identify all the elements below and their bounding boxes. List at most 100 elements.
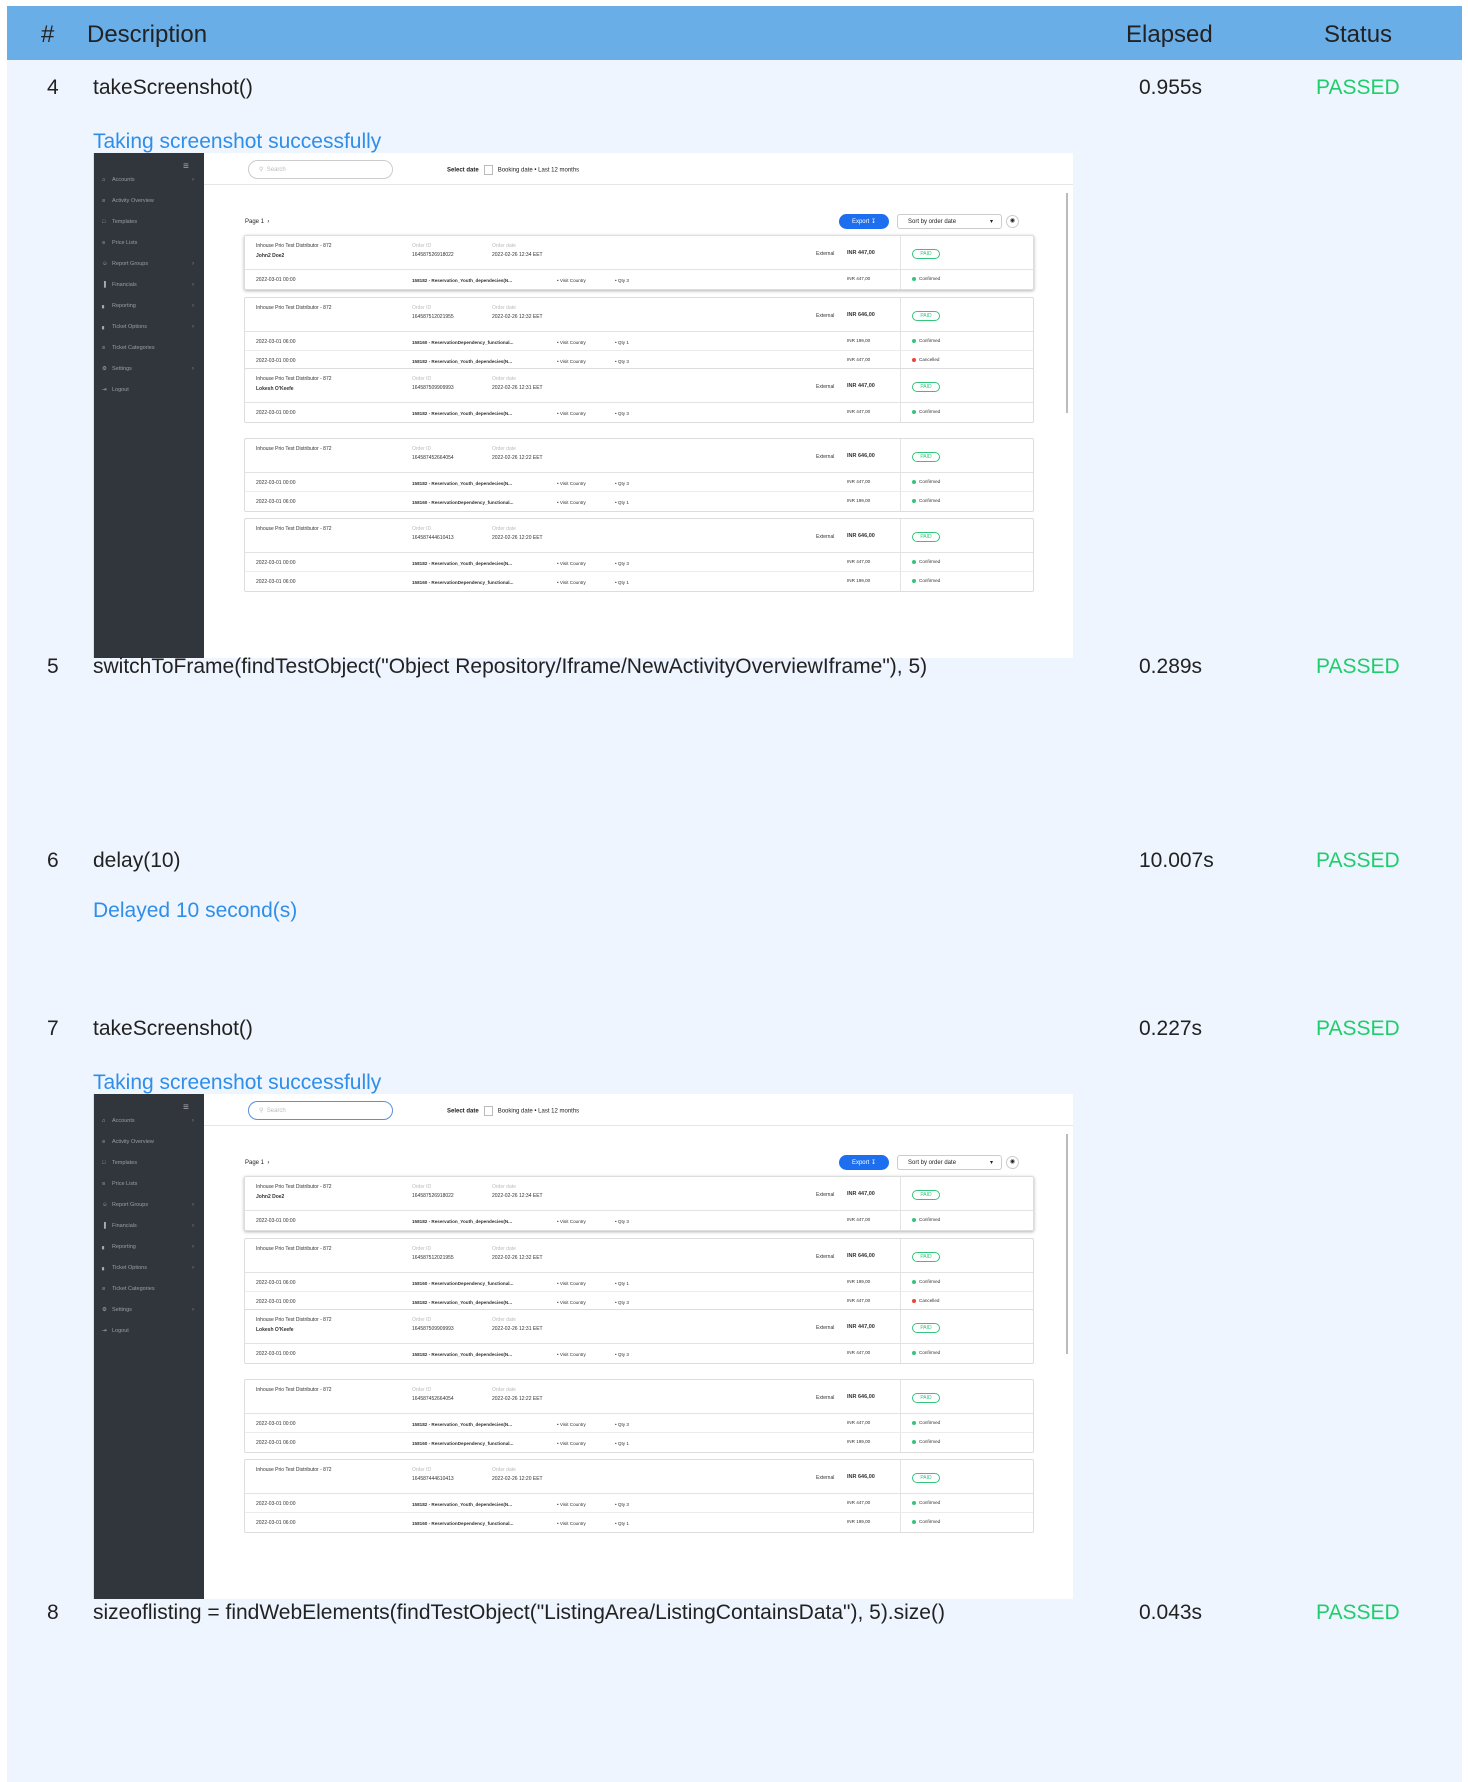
chevron-right-icon: › [192, 1118, 194, 1124]
order-header: Inhouse Prio Test Distributor - 872 Lokes… [245, 369, 1033, 403]
status-dot [912, 1217, 916, 1222]
range-label: Last 12 months [538, 1108, 580, 1115]
sort-select[interactable]: Sort by order date ▾ [897, 214, 1002, 229]
pagination[interactable]: Page 1 › [245, 219, 269, 225]
status-dot [912, 1500, 916, 1505]
eye-icon[interactable]: ◉ [1006, 215, 1019, 228]
order-date-label: Order date [492, 305, 516, 311]
visit-label: • Visit Country [557, 500, 586, 505]
line-price: INR 447,00 [847, 1350, 871, 1355]
order-line[interactable]: 2022-03-01 00:00 158182 - Reservation_You… [245, 1414, 1033, 1433]
scrollbar[interactable] [1066, 1134, 1068, 1354]
visit-label: • Visit Country [557, 561, 586, 566]
order-line[interactable]: 2022-03-01 00:00 158182 - Reservation_You… [245, 1211, 1033, 1230]
sidebar-item[interactable]: ⚙ Settings [102, 1307, 132, 1313]
sidebar-item[interactable]: □ Templates [102, 219, 137, 225]
chevron-right-icon[interactable]: › [267, 1160, 269, 1166]
order-card[interactable]: Inhouse Prio Test Distributor - 872 Order… [244, 438, 1034, 512]
status-dot [912, 559, 916, 564]
order-header: Inhouse Prio Test Distributor - 872 Order… [245, 1460, 1033, 1494]
order-line[interactable]: 2022-03-01 00:00 158182 - Reservation_You… [245, 1494, 1033, 1513]
order-line[interactable]: 2022-03-01 06:00 158160 - ReservationDepe… [245, 1513, 1033, 1532]
sidebar-item[interactable]: ☺ Report Groups [102, 261, 148, 267]
order-card[interactable]: Inhouse Prio Test Distributor - 872 John2… [244, 235, 1034, 290]
status-dot [912, 1298, 916, 1303]
sidebar-item[interactable]: ☺ Report Groups [102, 1202, 148, 1208]
product-name: 158182 - Reservation_Youth_dependecies(N… [412, 1422, 512, 1427]
divider [900, 298, 901, 331]
sidebar-item[interactable]: □ Templates [102, 1160, 137, 1166]
order-line[interactable]: 2022-03-01 00:00 158182 - Reservation_You… [245, 403, 1033, 422]
sidebar-item[interactable]: ▖ Ticket Options [102, 1265, 147, 1271]
sidebar-item[interactable]: ⇥ Logout [102, 387, 129, 393]
order-line[interactable]: 2022-03-01 00:00 158182 - Reservation_You… [245, 473, 1033, 492]
sidebar-item[interactable]: ▐ Financials [102, 282, 137, 288]
menu-icon[interactable]: ≡ [183, 1102, 189, 1113]
quantity: • Qty 3 [615, 359, 629, 364]
export-button[interactable]: Export ↧ [839, 1155, 889, 1170]
order-card[interactable]: Inhouse Prio Test Distributor - 872 Order… [244, 1459, 1034, 1533]
date-filter[interactable]: Select date Booking date • Last 12 months [447, 165, 579, 175]
sidebar-item[interactable]: ≡ Ticket Categories [102, 345, 155, 351]
step-elapsed: 0.289s [1139, 655, 1203, 678]
sidebar-item[interactable]: ⇥ Logout [102, 1328, 129, 1334]
sidebar-item-label: Reporting [112, 1244, 136, 1250]
sidebar-item-label: Reporting [112, 303, 136, 309]
sidebar-item[interactable]: ▖ Ticket Options [102, 324, 147, 330]
search-input[interactable]: ⚲ Search [248, 160, 393, 179]
date-filter[interactable]: Select date Booking date • Last 12 months [447, 1106, 579, 1116]
sidebar-item[interactable]: ≡ Activity Overview [102, 198, 154, 204]
step-description: switchToFrame(findTestObject("Object Rep… [93, 655, 928, 678]
order-line[interactable]: 2022-03-01 00:00 158182 - Reservation_You… [245, 270, 1033, 289]
order-line[interactable]: 2022-03-01 06:00 158160 - ReservationDepe… [245, 1433, 1033, 1452]
sidebar-item-label: Activity Overview [112, 1139, 154, 1145]
sidebar-item[interactable]: ≡ Ticket Categories [102, 1286, 155, 1292]
order-card[interactable]: Inhouse Prio Test Distributor - 872 Lokes… [244, 1309, 1034, 1364]
order-line[interactable]: 2022-03-01 06:00 158160 - ReservationDepe… [245, 1273, 1033, 1292]
order-card[interactable]: Inhouse Prio Test Distributor - 872 Lokes… [244, 368, 1034, 423]
order-header: Inhouse Prio Test Distributor - 872 Order… [245, 298, 1033, 332]
order-id-label: Order ID [412, 526, 432, 532]
order-card[interactable]: Inhouse Prio Test Distributor - 872 Order… [244, 1379, 1034, 1453]
chevron-right-icon[interactable]: › [267, 219, 269, 225]
sidebar-item[interactable]: ≡ Price Lists [102, 1181, 137, 1187]
logout-icon: ⇥ [102, 1328, 107, 1334]
line-date: 2022-03-01 00:00 [256, 358, 296, 364]
order-id: 164587452664054 [412, 1396, 454, 1402]
order-line[interactable]: 2022-03-01 00:00 158182 - Reservation_You… [245, 1344, 1033, 1363]
order-card[interactable]: Inhouse Prio Test Distributor - 872 Order… [244, 1238, 1034, 1312]
order-date-label: Order date [492, 243, 516, 249]
order-id: 164587452664054 [412, 455, 454, 461]
eye-icon[interactable]: ◉ [1006, 1156, 1019, 1169]
order-total: INR 447,00 [847, 383, 875, 389]
status-dot [912, 1519, 916, 1524]
menu-icon[interactable]: ≡ [183, 161, 189, 172]
order-card[interactable]: Inhouse Prio Test Distributor - 872 Order… [244, 297, 1034, 371]
sidebar-item[interactable]: ▖ Reporting [102, 1244, 136, 1250]
order-line[interactable]: 2022-03-01 06:00 158160 - ReservationDepe… [245, 492, 1033, 511]
order-card[interactable]: Inhouse Prio Test Distributor - 872 John2… [244, 1176, 1034, 1231]
sidebar-item[interactable]: ⌂ Accounts [102, 1118, 135, 1124]
order-id-label: Order ID [412, 1387, 432, 1393]
order-id-label: Order ID [412, 376, 432, 382]
sidebar-item[interactable]: ⚙ Settings [102, 366, 132, 372]
step-status: PASSED [1316, 655, 1400, 678]
export-button[interactable]: Export ↧ [839, 214, 889, 229]
scrollbar[interactable] [1066, 193, 1068, 413]
quantity: • Qty 1 [615, 340, 629, 345]
sort-select[interactable]: Sort by order date ▾ [897, 1155, 1002, 1170]
sidebar-item[interactable]: ▖ Reporting [102, 303, 136, 309]
order-card[interactable]: Inhouse Prio Test Distributor - 872 Order… [244, 518, 1034, 592]
step-num: 6 [47, 849, 59, 872]
order-line[interactable]: 2022-03-01 06:00 158160 - ReservationDepe… [245, 332, 1033, 351]
sidebar-item[interactable]: ≡ Price Lists [102, 240, 137, 246]
sidebar-item[interactable]: ≡ Activity Overview [102, 1139, 154, 1145]
order-line[interactable]: 2022-03-01 00:00 158182 - Reservation_You… [245, 553, 1033, 572]
sidebar-item[interactable]: ⌂ Accounts [102, 177, 135, 183]
search-input[interactable]: ⚲ Search [248, 1101, 393, 1120]
order-line[interactable]: 2022-03-01 06:00 158160 - ReservationDepe… [245, 572, 1033, 591]
line-price: INR 447,00 [847, 1420, 871, 1425]
product-name: 158160 - ReservationDependency_functiona… [412, 1441, 514, 1446]
pagination[interactable]: Page 1 › [245, 1160, 269, 1166]
sidebar-item[interactable]: ▐ Financials [102, 1223, 137, 1229]
